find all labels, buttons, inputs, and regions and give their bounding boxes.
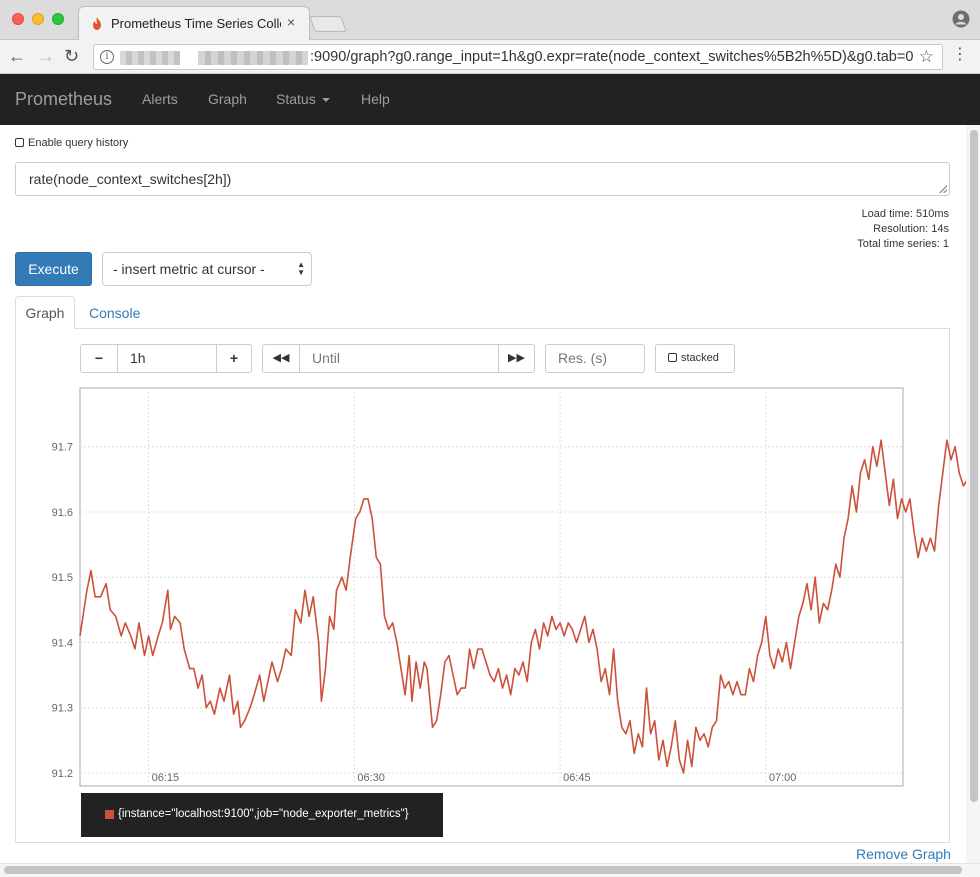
plot-area — [79, 387, 904, 787]
legend-series-label[interactable]: {instance="localhost:9100",job="node_exp… — [118, 808, 409, 820]
y-tick-label: 91.5 — [52, 572, 73, 584]
y-tick-label: 91.7 — [52, 442, 73, 454]
horizontal-scrollbar-thumb[interactable] — [4, 866, 962, 874]
x-tick-label: 06:30 — [357, 772, 385, 784]
x-tick-label: 06:15 — [152, 772, 180, 784]
y-tick-label: 91.4 — [52, 637, 73, 649]
x-tick-label: 06:45 — [563, 772, 591, 784]
time-series-chart: 91.2 91.3 91.4 91.5 91.6 91.7 06:15 06:30 06:45 0… — [52, 387, 980, 787]
y-tick-label: 91.6 — [52, 507, 73, 519]
graph-legend: {instance="localhost:9100",job="node_exp… — [81, 793, 443, 837]
vertical-scrollbar-thumb[interactable] — [970, 130, 978, 802]
x-tick-label: 07:00 — [769, 772, 797, 784]
y-tick-label: 91.2 — [52, 768, 73, 780]
remove-graph-link[interactable]: Remove Graph — [856, 846, 951, 862]
legend-swatch — [105, 810, 114, 819]
y-tick-label: 91.3 — [52, 703, 73, 715]
